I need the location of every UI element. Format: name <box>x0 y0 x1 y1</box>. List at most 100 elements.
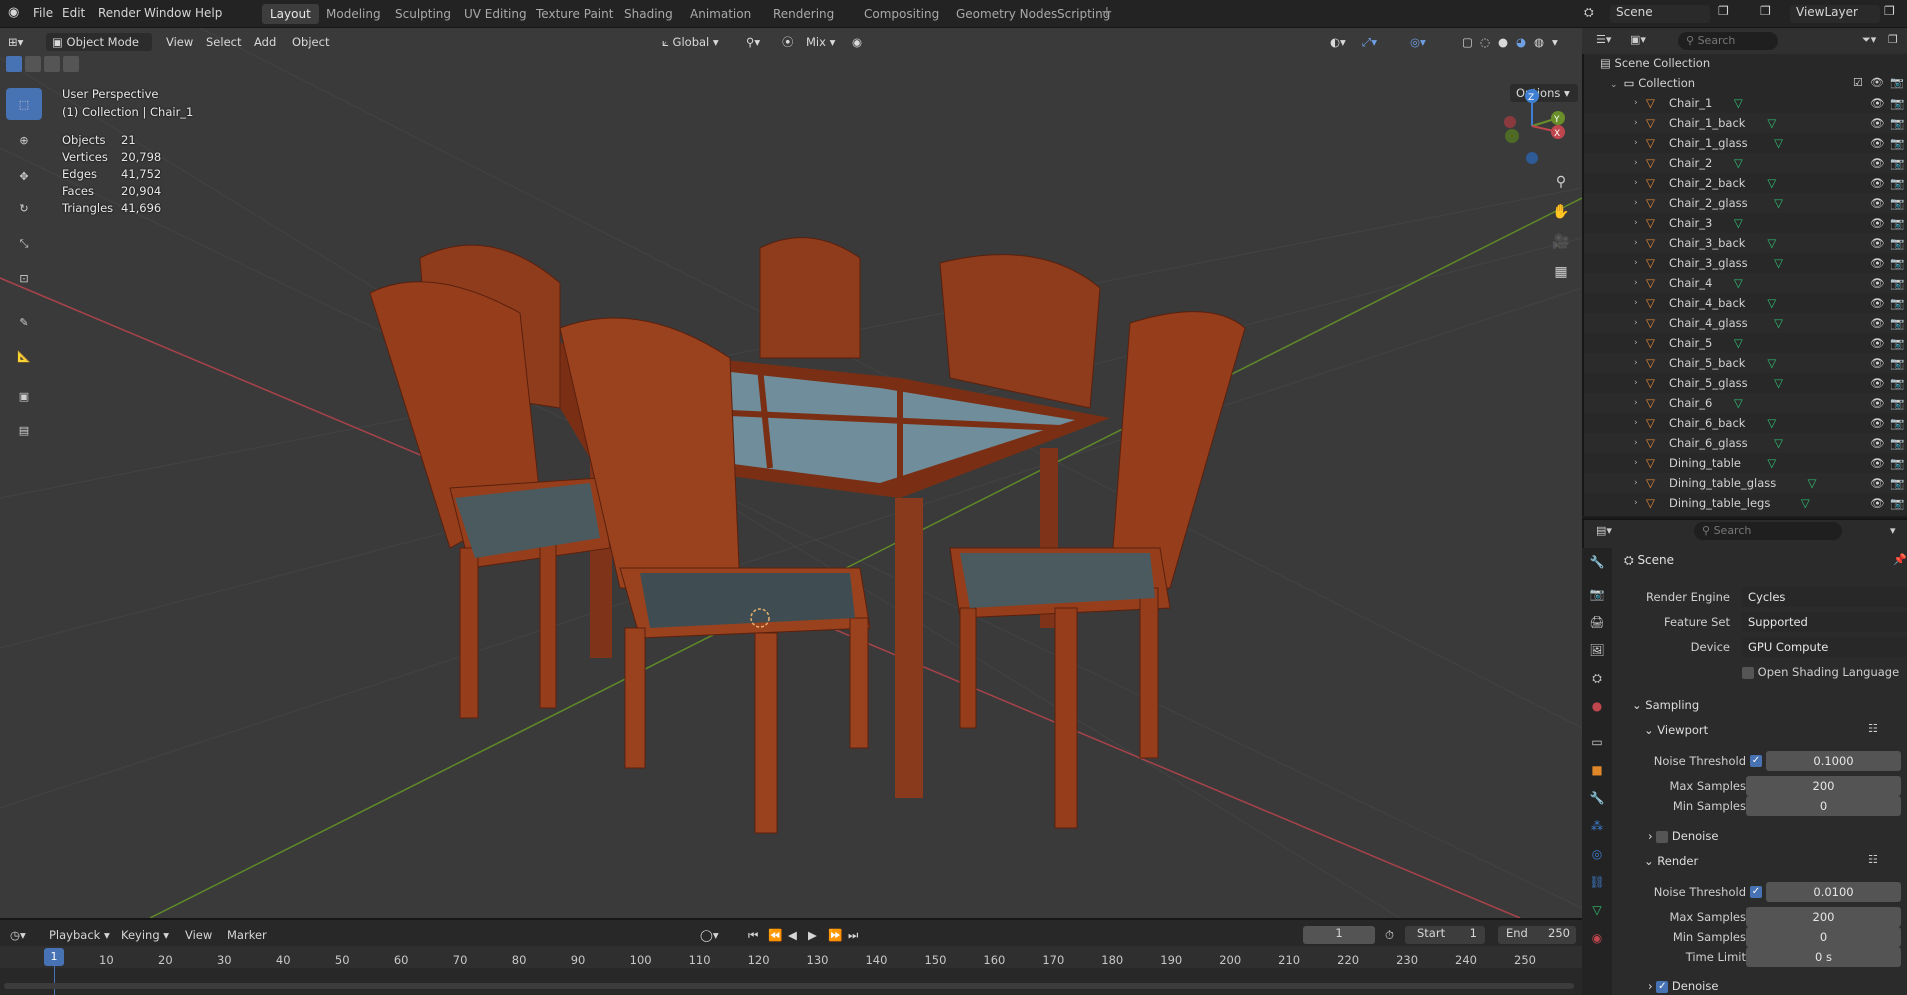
mesh-data-icon[interactable]: ▽ <box>1767 413 1776 433</box>
data-tab-icon[interactable]: ▽ <box>1587 900 1607 920</box>
physics-tab-icon[interactable]: ◎ <box>1587 844 1607 864</box>
visibility-eye-icon[interactable]: 👁 <box>1870 373 1885 393</box>
mesh-data-icon[interactable]: ▽ <box>1734 273 1743 293</box>
workspace-tab-texture-paint[interactable]: Texture Paint <box>528 4 621 24</box>
outliner-item[interactable]: › ▽ Chair_2_glass ▽ 👁 📷 <box>1584 193 1907 213</box>
outliner-item[interactable]: › ▽ Chair_3_glass ▽ 👁 📷 <box>1584 253 1907 273</box>
render-camera-icon[interactable]: 📷 <box>1890 173 1904 193</box>
view-layer-tab-icon[interactable]: 🖼 <box>1587 640 1607 660</box>
pivot-icon[interactable]: ⚲▾ <box>746 33 760 51</box>
time-limit-field[interactable]: 0 s <box>1746 947 1901 967</box>
render-camera-icon[interactable]: 📷 <box>1890 133 1904 153</box>
display-mode-icon[interactable]: ▣▾ <box>1630 33 1646 46</box>
viewport-subsection[interactable]: ⌄ Viewport <box>1644 723 1708 737</box>
menu-edit[interactable]: Edit <box>62 6 85 20</box>
visibility-eye-icon[interactable]: 👁 <box>1870 253 1885 273</box>
mesh-data-icon[interactable]: ▽ <box>1801 493 1810 513</box>
render-camera-icon[interactable]: 📷 <box>1890 413 1904 433</box>
dining-set-model[interactable] <box>369 237 1246 834</box>
render-denoise-subsection[interactable]: › ✓ Denoise <box>1648 979 1718 993</box>
visibility-eye-icon[interactable]: 👁 <box>1870 413 1885 433</box>
render-camera-icon[interactable]: 📷 <box>1890 493 1904 513</box>
mesh-data-icon[interactable]: ▽ <box>1767 173 1776 193</box>
gizmo-icon[interactable]: ⤢▾ <box>1362 33 1377 51</box>
outliner-item[interactable]: › ▽ Chair_6_glass ▽ 👁 📷 <box>1584 433 1907 453</box>
mesh-data-icon[interactable]: ▽ <box>1734 393 1743 413</box>
render-camera-icon[interactable]: 📷 <box>1890 473 1904 493</box>
outliner-item[interactable]: › ▽ Chair_4 ▽ 👁 📷 <box>1584 273 1907 293</box>
render-camera-icon[interactable]: 📷 <box>1890 153 1904 173</box>
outliner-search-input[interactable]: ⚲ Search <box>1678 32 1778 50</box>
expand-icon[interactable]: › <box>1634 193 1644 213</box>
mesh-data-icon[interactable]: ▽ <box>1774 253 1783 273</box>
navigation-gizmo[interactable]: Z Y X <box>1492 86 1572 166</box>
new-collection-icon[interactable]: ❐ <box>1888 33 1898 46</box>
mesh-data-icon[interactable]: ▽ <box>1734 333 1743 353</box>
measure-tool-icon[interactable]: 📐 <box>6 340 42 372</box>
menu-window[interactable]: Window <box>144 6 191 20</box>
workspace-tab-compositing[interactable]: Compositing <box>856 4 947 24</box>
ortho-grid-icon[interactable]: ▦ <box>1549 260 1573 284</box>
workspace-tab-rendering[interactable]: Rendering <box>765 4 842 24</box>
render-camera-icon[interactable]: 📷 <box>1890 113 1904 133</box>
menu-add[interactable]: Add <box>254 33 276 51</box>
outliner-item[interactable]: › ▽ Chair_6 ▽ 👁 📷 <box>1584 393 1907 413</box>
expand-icon[interactable]: › <box>1634 273 1644 293</box>
osl-check-box[interactable] <box>1742 666 1754 679</box>
outliner-item[interactable]: › ▽ Dining_table_glass ▽ 👁 📷 <box>1584 473 1907 493</box>
render-presets-icon[interactable]: ☷ <box>1868 853 1878 866</box>
visibility-eye-icon[interactable]: 👁 <box>1870 113 1885 133</box>
render-camera-icon[interactable]: 📷 <box>1890 433 1904 453</box>
outliner-item[interactable]: › ▽ Chair_2 ▽ 👁 📷 <box>1584 153 1907 173</box>
prev-keyframe-icon[interactable]: ⏪ <box>768 928 782 942</box>
outliner-item[interactable]: › ▽ Chair_4_glass ▽ 👁 📷 <box>1584 313 1907 333</box>
next-keyframe-icon[interactable]: ⏩ <box>828 928 842 942</box>
expand-icon[interactable]: › <box>1634 153 1644 173</box>
mesh-data-icon[interactable]: ▽ <box>1767 233 1776 253</box>
mesh-data-icon[interactable]: ▽ <box>1767 353 1776 373</box>
playback-menu[interactable]: Playback ▾ <box>49 928 110 942</box>
vp-max-samples-field[interactable]: 200 <box>1746 776 1901 796</box>
select-extend-icon[interactable] <box>25 56 41 72</box>
constraints-tab-icon[interactable]: ⛓ <box>1587 872 1607 892</box>
viewlayer-icon[interactable]: ❐ <box>1760 4 1771 18</box>
expand-icon[interactable]: › <box>1634 293 1644 313</box>
visibility-eye-icon[interactable]: 👁 <box>1870 133 1885 153</box>
menu-select[interactable]: Select <box>206 33 241 51</box>
scene-collection-row[interactable]: ▤ Scene Collection <box>1600 56 1710 70</box>
current-frame-field[interactable]: 1 <box>1303 926 1375 944</box>
mesh-data-icon[interactable]: ▽ <box>1808 473 1817 493</box>
outliner-item[interactable]: › ▽ Chair_2_back ▽ 👁 📷 <box>1584 173 1907 193</box>
render-camera-icon[interactable]: 📷 <box>1890 453 1904 473</box>
timeline-view-menu[interactable]: View <box>185 928 212 942</box>
feature-set-dropdown[interactable]: Supported <box>1742 612 1907 632</box>
vp-min-samples-field[interactable]: 0 <box>1746 796 1901 816</box>
render-camera-icon[interactable]: 📷 <box>1890 253 1904 273</box>
scale-tool-icon[interactable]: ⤡ <box>6 228 42 260</box>
timeline-editor-icon[interactable]: ◷▾ <box>10 928 26 942</box>
timeline-scrollbar[interactable] <box>4 983 1574 989</box>
workspace-tab-sculpting[interactable]: Sculpting <box>387 4 459 24</box>
render-tab-icon[interactable]: 📷 <box>1587 584 1607 604</box>
expand-icon[interactable]: › <box>1634 133 1644 153</box>
xray-icon[interactable]: ▢ <box>1462 33 1473 51</box>
outliner-item[interactable]: › ▽ Chair_6_back ▽ 👁 📷 <box>1584 413 1907 433</box>
collection-row[interactable]: ⌄ ▭ Collection <box>1610 76 1695 90</box>
r-noise-checkbox[interactable]: ✓ <box>1750 885 1762 898</box>
expand-icon[interactable]: › <box>1634 453 1644 473</box>
filter-icon[interactable]: ⏷▾ <box>1862 33 1876 47</box>
select-new-icon[interactable] <box>6 56 22 72</box>
visibility-eye-icon[interactable]: 👁 <box>1870 213 1885 233</box>
workspace-tab-modeling[interactable]: Modeling <box>318 4 389 24</box>
camera-view-icon[interactable]: 🎥 <box>1549 230 1573 254</box>
jump-end-icon[interactable]: ⏭ <box>848 928 858 943</box>
properties-editor-icon[interactable]: ▤▾ <box>1596 524 1612 537</box>
expand-icon[interactable]: › <box>1634 493 1644 513</box>
render-engine-dropdown[interactable]: Cycles <box>1742 587 1907 607</box>
visibility-eye-icon[interactable]: 👁 <box>1870 153 1885 173</box>
menu-object[interactable]: Object <box>292 33 329 51</box>
render-camera-icon[interactable]: 📷 <box>1890 393 1904 413</box>
r-max-samples-field[interactable]: 200 <box>1746 907 1901 927</box>
expand-icon[interactable]: › <box>1634 413 1644 433</box>
workspace-tab-geometry-nodes[interactable]: Geometry Nodes <box>948 4 1065 24</box>
